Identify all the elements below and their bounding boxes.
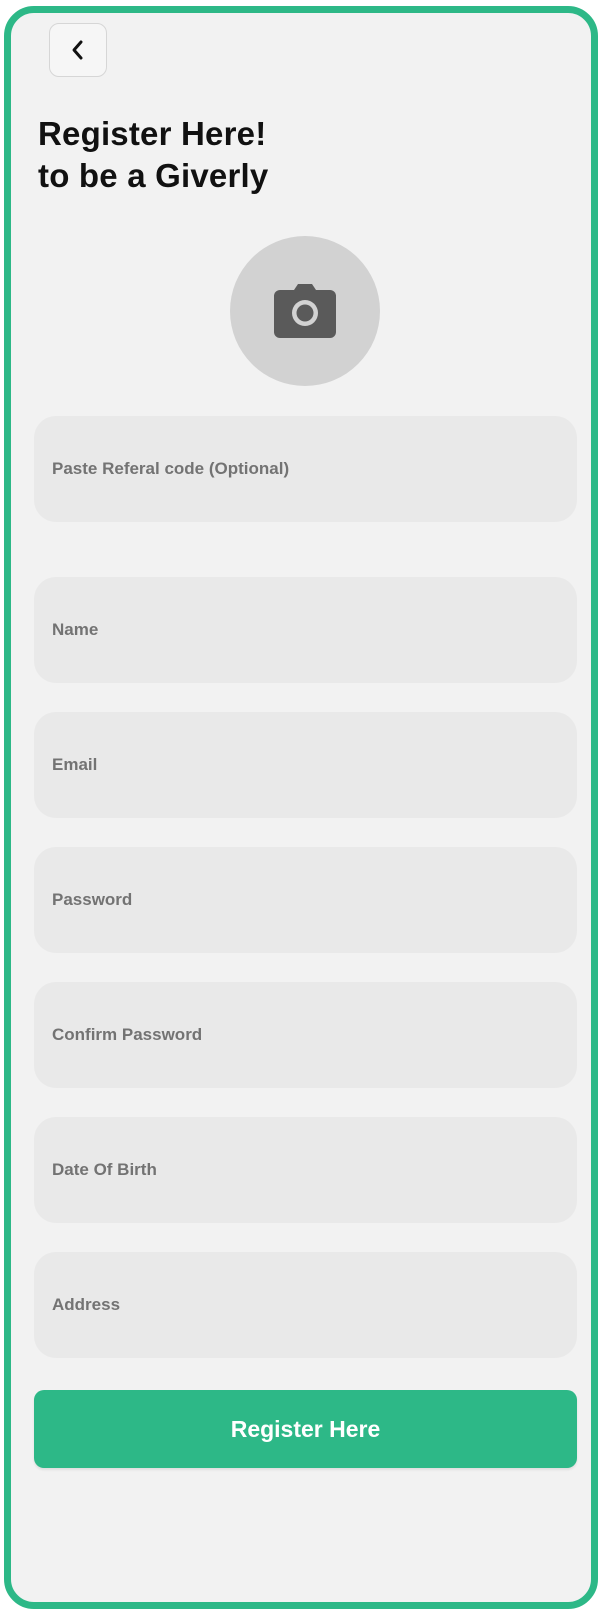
name-input[interactable] — [34, 577, 577, 683]
confirm-password-input[interactable] — [34, 982, 577, 1088]
password-input[interactable] — [34, 847, 577, 953]
email-input[interactable] — [34, 712, 577, 818]
profile-photo-upload[interactable] — [230, 236, 380, 386]
camera-icon — [274, 284, 336, 338]
page-title: Register Here! to be a Giverly — [38, 113, 268, 197]
title-line-1: Register Here! — [38, 115, 267, 152]
title-line-2: to be a Giverly — [38, 157, 269, 194]
phone-screen: Register Here! to be a Giverly Register … — [4, 6, 598, 1609]
address-input[interactable] — [34, 1252, 577, 1358]
chevron-left-icon — [72, 40, 83, 60]
back-button[interactable] — [49, 23, 107, 77]
register-button[interactable]: Register Here — [34, 1390, 577, 1468]
referral-code-input[interactable] — [34, 416, 577, 522]
date-of-birth-input[interactable] — [34, 1117, 577, 1223]
